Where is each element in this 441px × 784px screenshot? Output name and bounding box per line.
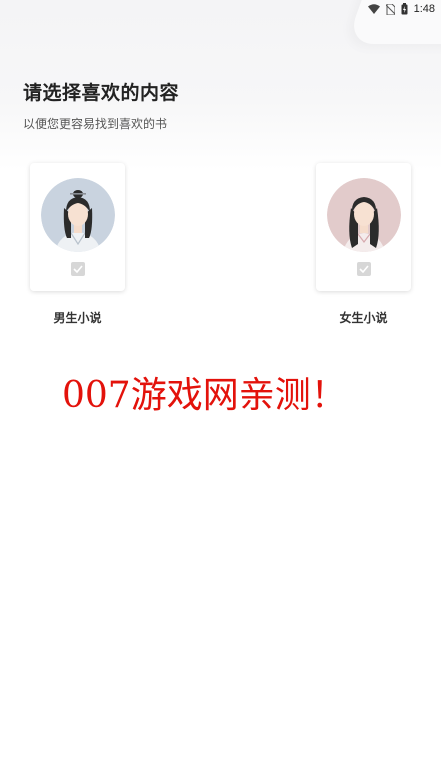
- male-avatar-icon: [41, 178, 115, 252]
- male-checkbox[interactable]: [71, 262, 85, 276]
- battery-icon: [401, 3, 408, 15]
- male-novel-card[interactable]: [30, 163, 125, 291]
- wifi-icon: [367, 4, 380, 14]
- female-checkbox[interactable]: [357, 262, 371, 276]
- check-icon: [73, 265, 83, 273]
- status-time: 1:48: [413, 3, 435, 15]
- page-subtitle: 以便您更容易找到喜欢的书: [23, 117, 168, 131]
- no-sim-icon: [385, 3, 395, 15]
- page-title: 请选择喜欢的内容: [23, 82, 180, 104]
- female-novel-card[interactable]: [316, 163, 411, 291]
- check-icon: [359, 265, 369, 273]
- status-bar: 1:48: [367, 0, 435, 18]
- female-avatar-icon: [327, 178, 401, 252]
- female-novel-label[interactable]: 女生小说: [316, 309, 411, 326]
- male-novel-label[interactable]: 男生小说: [30, 309, 125, 326]
- watermark-text: 007游戏网亲测！: [62, 375, 347, 416]
